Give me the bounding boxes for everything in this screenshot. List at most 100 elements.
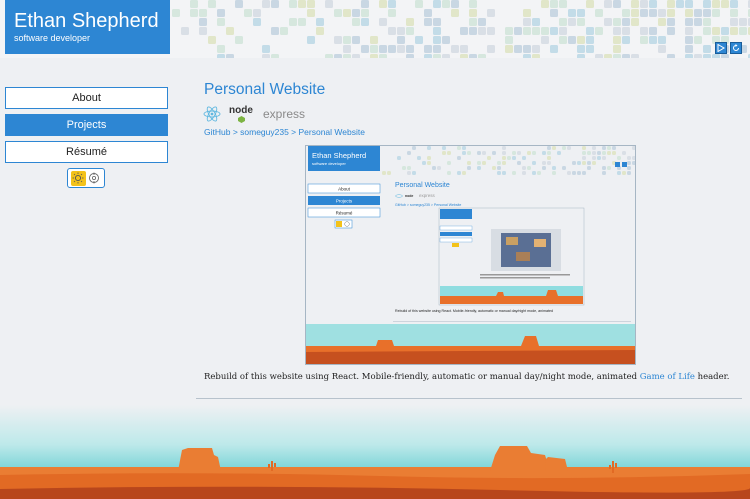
life-cell <box>289 0 297 8</box>
life-cell <box>406 45 414 53</box>
life-cell <box>457 156 461 160</box>
life-cell <box>502 156 506 160</box>
life-cell <box>244 9 252 17</box>
life-cell <box>415 0 423 8</box>
life-cell <box>462 171 466 175</box>
life-cell <box>478 27 486 35</box>
life-cell <box>361 45 369 53</box>
life-cell <box>582 156 586 160</box>
svg-text:Rebuild of this website using: Rebuild of this website using React. Mob… <box>395 309 553 313</box>
life-cell <box>502 161 506 165</box>
life-cell <box>406 18 414 26</box>
life-cell <box>497 161 501 165</box>
life-cell <box>467 161 471 165</box>
reset-button[interactable] <box>730 42 742 54</box>
life-cell <box>547 161 551 165</box>
life-cell <box>397 45 405 53</box>
nav-resume[interactable]: Résumé <box>5 141 168 163</box>
life-cell <box>307 0 315 8</box>
life-cell <box>217 18 225 26</box>
life-cell <box>527 166 531 170</box>
life-cell <box>343 54 351 62</box>
life-cell <box>622 54 630 62</box>
life-cell <box>412 146 416 150</box>
reset-icon <box>733 44 739 51</box>
play-button[interactable] <box>715 42 727 54</box>
life-cell <box>422 161 426 165</box>
life-cell <box>597 156 601 160</box>
game-of-life-link[interactable]: Game of Life <box>640 372 695 382</box>
life-cell <box>412 171 416 175</box>
life-cell <box>433 36 441 44</box>
life-cell <box>587 166 591 170</box>
site-owner-role: software developer <box>14 33 91 43</box>
life-cell <box>613 45 621 53</box>
life-cell <box>298 0 306 8</box>
life-cell <box>424 54 432 62</box>
nav-resume-label: Résumé <box>66 146 107 158</box>
theme-toggle[interactable] <box>67 168 105 188</box>
life-cell <box>433 0 441 8</box>
life-cell <box>325 54 333 62</box>
breadcrumb[interactable]: GitHub > someguy235 > Personal Website <box>204 127 365 137</box>
life-cell <box>343 36 351 44</box>
sun-icon <box>72 172 84 184</box>
life-cell <box>432 166 436 170</box>
life-cell <box>512 151 516 155</box>
life-cell <box>522 166 526 170</box>
life-cell <box>627 166 631 170</box>
life-cell <box>577 171 581 175</box>
life-cell <box>442 146 446 150</box>
day-mode-option[interactable] <box>70 170 86 186</box>
life-cell <box>632 161 635 165</box>
life-cell <box>694 36 702 44</box>
life-cell <box>532 151 536 155</box>
life-cell <box>512 156 516 160</box>
life-cell <box>457 171 461 175</box>
life-cell <box>613 54 621 62</box>
nav-projects[interactable]: Projects <box>5 114 168 136</box>
life-cell <box>721 0 729 8</box>
project-title: Personal Website <box>204 81 326 98</box>
life-cell <box>582 161 586 165</box>
life-cell <box>379 0 387 8</box>
life-cell <box>613 0 621 8</box>
life-cell <box>542 166 546 170</box>
life-cell <box>532 54 540 62</box>
life-cell <box>532 161 536 165</box>
auto-mode-option[interactable] <box>87 171 102 186</box>
life-cell <box>487 45 495 53</box>
svg-text:software developer: software developer <box>312 161 346 166</box>
life-cell <box>388 0 396 8</box>
life-cell <box>658 18 666 26</box>
life-cell <box>451 9 459 17</box>
nav-about[interactable]: About <box>5 87 168 109</box>
life-cell <box>631 9 639 17</box>
life-cell <box>451 45 459 53</box>
life-cell <box>527 151 531 155</box>
life-cell <box>388 45 396 53</box>
life-cell <box>517 151 521 155</box>
life-cell <box>447 151 451 155</box>
life-cell <box>567 171 571 175</box>
life-cell <box>592 151 596 155</box>
life-cell <box>685 27 693 35</box>
life-cell <box>280 27 288 35</box>
life-cell <box>442 151 446 155</box>
life-cell <box>407 151 411 155</box>
life-cell <box>427 161 431 165</box>
life-cell <box>352 18 360 26</box>
life-cell <box>487 156 491 160</box>
life-cell <box>379 45 387 53</box>
life-cell <box>352 54 360 62</box>
life-cell <box>703 18 711 26</box>
life-cell <box>289 18 297 26</box>
life-cell <box>613 36 621 44</box>
life-cell <box>514 27 522 35</box>
life-cell <box>352 36 360 44</box>
life-cell <box>424 45 432 53</box>
life-cell <box>739 27 747 35</box>
life-cell <box>370 45 378 53</box>
life-cell <box>577 161 581 165</box>
life-cell <box>477 166 481 170</box>
